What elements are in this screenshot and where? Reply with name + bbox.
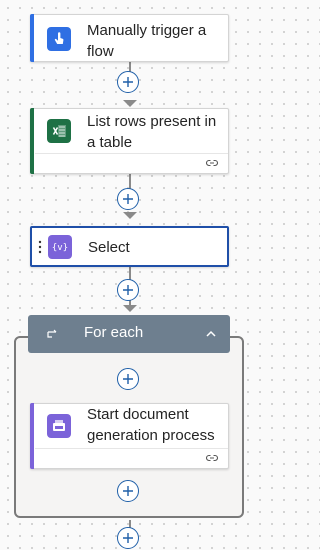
add-step-button[interactable] — [117, 368, 139, 390]
data-operation-icon: {v} — [48, 235, 72, 259]
link-icon[interactable] — [204, 155, 220, 171]
link-icon[interactable] — [204, 450, 220, 466]
foreach-header[interactable]: For each — [28, 315, 230, 353]
trigger-card[interactable]: Manually trigger a flow — [30, 14, 229, 62]
step-title: List rows present in a table — [87, 113, 217, 151]
chevron-up-icon[interactable] — [204, 327, 218, 341]
drag-handle[interactable] — [38, 240, 42, 254]
card-divider — [35, 153, 228, 154]
select-card[interactable]: {v} Select — [30, 226, 229, 267]
card-accent — [30, 403, 34, 469]
plus-icon — [123, 486, 133, 496]
excel-icon — [47, 119, 71, 143]
card-divider — [35, 448, 228, 449]
document-generation-icon — [47, 414, 71, 438]
step-title: Select — [88, 239, 130, 256]
plus-icon — [123, 374, 133, 384]
connector-arrow — [123, 305, 137, 312]
plus-icon — [123, 77, 133, 87]
connector-arrow — [123, 100, 137, 107]
add-step-button[interactable] — [117, 188, 139, 210]
svg-text:{v}: {v} — [52, 243, 68, 253]
step-title: Start document generation process — [87, 406, 215, 444]
add-step-button[interactable] — [117, 480, 139, 502]
foreach-title: For each — [84, 324, 144, 341]
touch-trigger-icon — [47, 27, 71, 51]
add-step-button[interactable] — [117, 71, 139, 93]
add-step-button[interactable] — [117, 527, 139, 549]
add-step-button[interactable] — [117, 279, 139, 301]
doc-generation-card[interactable]: Start document generation process — [30, 403, 229, 469]
card-accent — [30, 108, 34, 174]
plus-icon — [123, 285, 133, 295]
plus-icon — [123, 194, 133, 204]
card-accent — [30, 14, 34, 62]
list-rows-card[interactable]: List rows present in a table — [30, 108, 229, 174]
connector-arrow — [123, 212, 137, 219]
loop-icon — [47, 329, 57, 338]
plus-icon — [123, 533, 133, 543]
step-title: Manually trigger a flow — [87, 22, 207, 60]
